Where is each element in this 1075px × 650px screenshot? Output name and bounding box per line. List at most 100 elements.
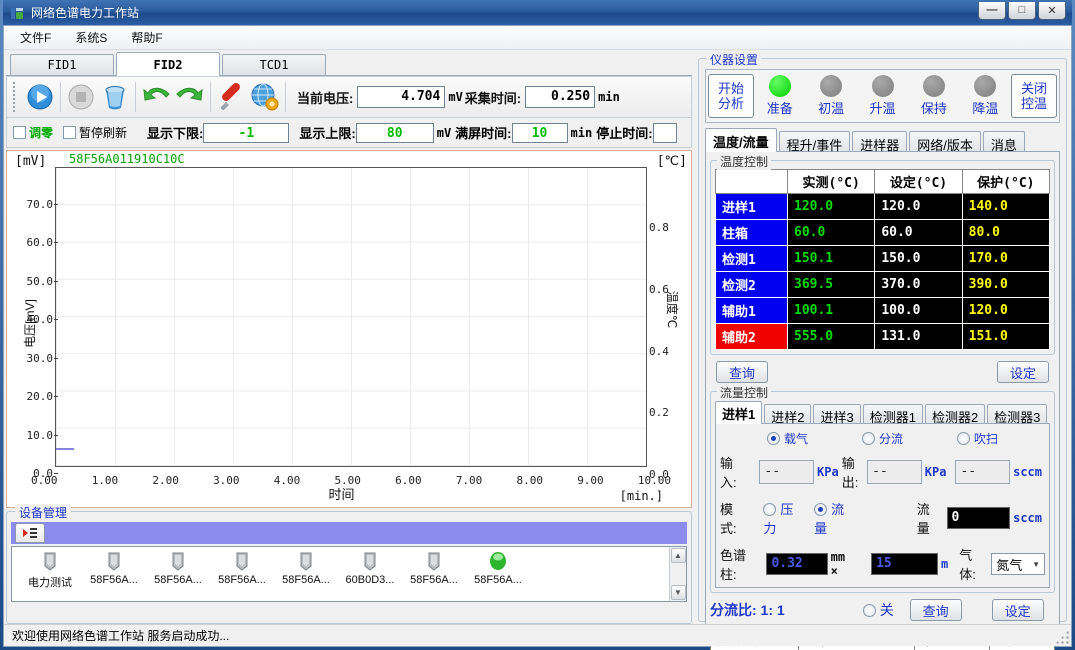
flow-tab-detector3[interactable]: 检测器3 xyxy=(987,404,1047,423)
stop-time-field[interactable] xyxy=(653,123,677,143)
fullscreen-time-field[interactable]: 10 xyxy=(512,123,568,143)
x-tick: 6.00 xyxy=(395,474,422,487)
close-temp-control-button[interactable]: 关闭 控温 xyxy=(1011,74,1057,118)
tab-injector[interactable]: 进样器 xyxy=(852,131,907,151)
pressure-mode-radio[interactable] xyxy=(763,503,776,516)
purge-option[interactable]: 吹扫 xyxy=(957,430,998,447)
temperature-control-title: 温度控制 xyxy=(717,153,771,170)
stop-acquisition-button[interactable] xyxy=(64,80,98,114)
gas-dropdown[interactable]: 氮气 ▼ xyxy=(991,553,1045,575)
device-item[interactable]: 电力测试 xyxy=(18,551,82,590)
zero-checkbox[interactable] xyxy=(13,126,26,139)
carrier-gas-option[interactable]: 载气 xyxy=(767,430,808,447)
resize-grip[interactable] xyxy=(1055,630,1069,644)
device-item-online[interactable]: 58F56A... xyxy=(466,551,530,586)
device-item[interactable]: 58F56A... xyxy=(210,551,274,586)
measured-value: 120.0 xyxy=(788,194,875,220)
x-tick: 2.00 xyxy=(152,474,179,487)
initial-temp-light-icon xyxy=(820,75,842,97)
tab-network-version[interactable]: 网络/版本 xyxy=(909,131,981,151)
tab-program-events[interactable]: 程升/事件 xyxy=(779,131,851,151)
device-item[interactable]: 58F56A... xyxy=(146,551,210,586)
toolbar-grip[interactable] xyxy=(13,82,19,112)
hold-light-icon xyxy=(923,75,945,97)
network-settings-button[interactable] xyxy=(248,80,282,114)
device-item[interactable]: 58F56A... xyxy=(402,551,466,586)
tab-fid2[interactable]: FID2 xyxy=(116,52,220,76)
device-item[interactable]: 60B0D3... xyxy=(338,551,402,586)
scroll-up-icon[interactable]: ▲ xyxy=(671,548,686,563)
row-name: 进样1 xyxy=(716,194,788,220)
ramp-light-label: 升温 xyxy=(870,98,896,117)
column-length-field[interactable]: 15 xyxy=(871,553,938,575)
device-item[interactable]: 58F56A... xyxy=(82,551,146,586)
acquisition-toolbar: 当前电压: 4.704 mV 采集时间: 0.250 min xyxy=(6,76,692,118)
pressure-mode-option[interactable]: 压力 xyxy=(763,499,806,537)
flow-tab-detector1[interactable]: 检测器1 xyxy=(863,404,923,423)
device-icon xyxy=(361,551,379,571)
tab-fid1[interactable]: FID1 xyxy=(10,54,114,75)
menu-file[interactable]: 文件F xyxy=(8,26,63,49)
y2-tick: 0.8 xyxy=(649,221,675,234)
table-row[interactable]: 柱箱 60.0 60.0 80.0 xyxy=(716,220,1050,246)
flow-set-button[interactable]: 设定 xyxy=(992,599,1044,621)
table-row[interactable]: 检测1 150.1 150.0 170.0 xyxy=(716,246,1050,272)
menu-help[interactable]: 帮助F xyxy=(119,26,174,49)
split-off-radio[interactable] xyxy=(863,604,876,617)
flow-mode-option[interactable]: 流量 xyxy=(814,499,857,537)
carrier-gas-radio[interactable] xyxy=(767,432,780,445)
start-analysis-button[interactable]: 开始 分析 xyxy=(708,74,754,118)
column-diameter-field[interactable]: 0.32 xyxy=(766,553,827,575)
voltage-unit: mV xyxy=(448,90,462,104)
undo-button[interactable] xyxy=(139,80,173,114)
table-row-alert[interactable]: 辅助2 555.0 131.0 151.0 xyxy=(716,324,1050,350)
settings-button[interactable] xyxy=(214,80,248,114)
start-acquisition-button[interactable] xyxy=(23,80,57,114)
temp-set-button[interactable]: 设定 xyxy=(997,361,1049,383)
flow-tab-detector2[interactable]: 检测器2 xyxy=(925,404,985,423)
device-list-view-button[interactable] xyxy=(15,523,45,543)
output-pressure-field[interactable]: -- xyxy=(867,460,922,484)
split-off-option[interactable]: 关 xyxy=(863,600,894,620)
split-option[interactable]: 分流 xyxy=(862,430,903,447)
upper-limit-field[interactable]: 80 xyxy=(356,123,434,143)
split-off-label: 关 xyxy=(880,602,894,618)
pause-refresh-checkbox[interactable] xyxy=(63,126,76,139)
lower-limit-field[interactable]: -1 xyxy=(203,123,289,143)
input-pressure-field[interactable]: -- xyxy=(759,460,814,484)
voltage-value-field[interactable]: 4.704 xyxy=(357,86,445,108)
table-row[interactable]: 检测2 369.5 370.0 390.0 xyxy=(716,272,1050,298)
status-bar: 欢迎使用网络色谱工作站 服务启动成功... xyxy=(4,624,1071,646)
status-light-ready: 准备 xyxy=(754,75,805,117)
device-item[interactable]: 58F56A... xyxy=(274,551,338,586)
minimize-button[interactable]: — xyxy=(978,2,1006,20)
set-value: 60.0 xyxy=(875,220,962,246)
flow-tab-inlet2[interactable]: 进样2 xyxy=(764,404,811,423)
plot-area[interactable] xyxy=(55,167,647,467)
flow-tab-inlet1[interactable]: 进样1 xyxy=(715,401,762,424)
menu-system[interactable]: 系统S xyxy=(63,26,119,49)
aux-flow-field[interactable]: -- xyxy=(955,460,1010,484)
clear-chart-button[interactable] xyxy=(98,80,132,114)
maximize-button[interactable]: □ xyxy=(1008,2,1036,20)
table-row[interactable]: 进样1 120.0 120.0 140.0 xyxy=(716,194,1050,220)
temp-query-button[interactable]: 查询 xyxy=(716,361,768,383)
zero-label: 调零 xyxy=(29,124,53,141)
split-radio[interactable] xyxy=(862,432,875,445)
scroll-down-icon[interactable]: ▼ xyxy=(671,585,686,600)
input-label: 输入: xyxy=(720,453,745,491)
purge-radio[interactable] xyxy=(957,432,970,445)
redo-button[interactable] xyxy=(173,80,207,114)
acq-time-field[interactable]: 0.250 xyxy=(525,86,595,108)
flow-query-button[interactable]: 查询 xyxy=(910,599,962,621)
tab-temp-flow[interactable]: 温度/流量 xyxy=(705,128,777,152)
flow-mode-radio[interactable] xyxy=(814,503,827,516)
tab-tcd1[interactable]: TCD1 xyxy=(222,54,326,75)
flow-tab-inlet3[interactable]: 进样3 xyxy=(813,404,860,423)
table-row[interactable]: 辅助1 100.1 100.0 120.0 xyxy=(716,298,1050,324)
flow-value-field[interactable]: 0 xyxy=(947,507,1011,529)
close-button[interactable]: ✕ xyxy=(1038,2,1066,20)
instrument-settings-panel: 仪器设置 开始 分析 准备 初温 xyxy=(698,58,1067,622)
device-list-scrollbar[interactable]: ▲ ▼ xyxy=(669,547,686,601)
tab-messages[interactable]: 消息 xyxy=(983,131,1025,151)
